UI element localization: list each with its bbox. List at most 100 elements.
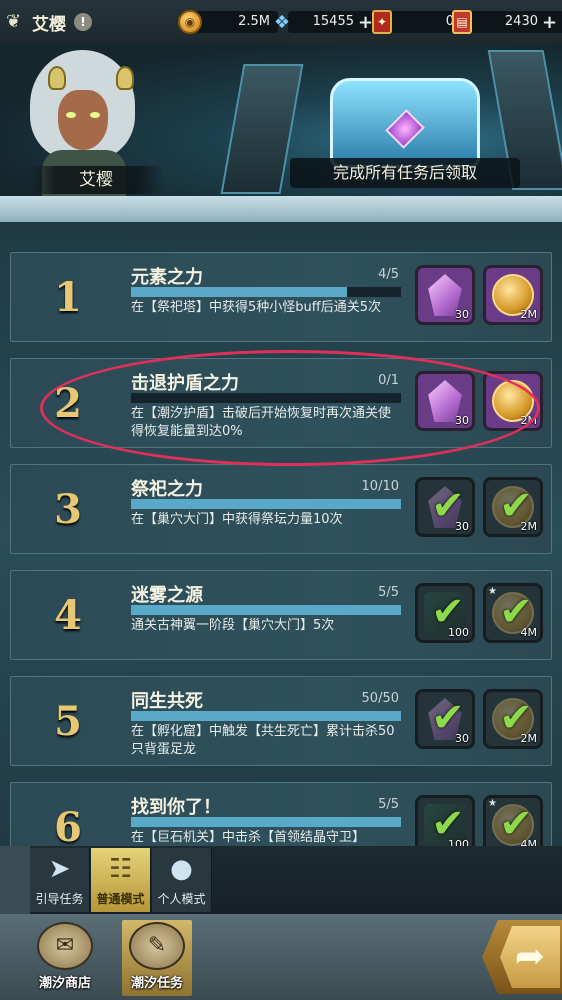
checkmark-icon: ✔ (499, 801, 533, 847)
task-description: 通关古神翼一阶段【巢穴大门】5次 (131, 618, 335, 633)
task-row[interactable]: 5 同生共死 50/50 在【孵化窟】中触发【共生死亡】累计击杀50只背蛋足龙 … (10, 676, 552, 766)
task-progress-bar (131, 287, 401, 297)
resource-gold[interactable]: ◉ 2.5M (178, 8, 278, 36)
task-progress-bar (131, 393, 401, 403)
person-icon: ● (170, 854, 193, 884)
character-face (58, 90, 108, 150)
checkmark-icon: ✔ (431, 695, 465, 741)
task-title: 祭祀之力 (131, 479, 203, 500)
character-horn-left (48, 66, 66, 90)
reward-slot[interactable]: 30 (415, 371, 475, 431)
nav-tide-quests[interactable]: ✎ 潮汐任务 (122, 920, 192, 996)
checkmark-icon: ✔ (431, 483, 465, 529)
bottom-nav: ✉ 潮汐商店 ✎ 潮汐任务 ➦ (0, 914, 562, 1000)
character-eye (66, 112, 76, 118)
task-row[interactable]: 1 元素之力 4/5 在【祭祀塔】中获得5种小怪buff后通关5次 30 2M (10, 252, 552, 342)
task-number: 6 (31, 789, 105, 848)
hero-banner: 艾樱 完成所有任务后领取 (0, 44, 562, 204)
paper-plane-icon: ➤ (48, 854, 71, 884)
resource-card[interactable]: ✦ 0 (372, 8, 462, 36)
blue-crystal-icon: ❖ (273, 11, 291, 33)
task-title: 同生共死 (131, 691, 203, 712)
reward-slot[interactable]: 2M (483, 371, 543, 431)
task-progress: 50/50 (361, 691, 399, 706)
checkmark-icon: ✔ (499, 695, 533, 741)
task-row[interactable]: 6 找到你了！ 5/5 在【巨石机关】中击杀【首领结晶守卫】 100 ✔ ★ 4M ✔ (10, 782, 552, 848)
checkmark-icon: ✔ (431, 589, 465, 635)
task-number: 1 (31, 259, 105, 341)
reward-qty: 2M (520, 414, 538, 427)
task-progress-fill (131, 711, 401, 721)
reward-slot[interactable]: 30 (415, 265, 475, 325)
reward-slot-claimed[interactable]: ★ 4M ✔ (483, 795, 543, 848)
task-list[interactable]: 1 元素之力 4/5 在【祭祀塔】中获得5种小怪buff后通关5次 30 2M … (0, 222, 562, 848)
nav-label: 潮汐任务 (130, 976, 183, 991)
tab-personal-mode[interactable]: ● 个人模式 (152, 848, 212, 912)
task-title: 找到你了！ (131, 797, 221, 818)
clipboard-icon: ☷ (108, 854, 133, 884)
tab-bar-edge (0, 846, 30, 914)
task-row[interactable]: 2 击退护盾之力 0/1 在【潮汐护盾】击破后开始恢复时再次通关使得恢复能量到达… (10, 358, 552, 448)
task-progress-fill (131, 499, 401, 509)
ice-ledge (0, 196, 562, 222)
player-name: 艾樱 (32, 14, 66, 35)
character-name: 艾樱 (28, 166, 164, 194)
mode-tab-bar: ➤ 引导任务 ☷ 普通模式 ● 个人模式 (0, 846, 562, 914)
nav-label: 潮汐商店 (38, 976, 91, 991)
reward-slot-claimed[interactable]: ★ 4M ✔ (483, 583, 543, 643)
reward-slot-claimed[interactable]: 2M ✔ (483, 689, 543, 749)
checkmark-icon: ✔ (431, 801, 465, 847)
player-info[interactable]: ❦ 艾樱 ! (0, 10, 160, 35)
task-progress-fill (131, 817, 401, 827)
reward-slot-claimed[interactable]: 30 ✔ (415, 689, 475, 749)
reward-slot-claimed[interactable]: 2M ✔ (483, 477, 543, 537)
nav-tide-shop[interactable]: ✉ 潮汐商店 (30, 920, 100, 996)
tab-guide-tasks[interactable]: ➤ 引导任务 (30, 848, 90, 912)
task-title: 击退护盾之力 (131, 373, 239, 394)
reward-slot[interactable]: 2M (483, 265, 543, 325)
task-progress-bar (131, 499, 401, 509)
task-row[interactable]: 4 迷雾之源 5/5 通关古神翼一阶段【巢穴大门】5次 100 ✔ ★ 4M ✔ (10, 570, 552, 660)
reward-slot-claimed[interactable]: 100 ✔ (415, 583, 475, 643)
task-progress: 5/5 (378, 585, 399, 600)
red-card-icon: ✦ (372, 10, 392, 34)
task-progress-fill (131, 605, 401, 615)
top-bar: ❦ 艾樱 ! ◉ 2.5M ❖ 15455 + ✦ 0 ▤ 2430 + (0, 0, 562, 44)
tab-label: 普通模式 (96, 892, 145, 906)
resource-crystal[interactable]: ❖ 15455 + (270, 8, 380, 36)
leaf-icon: ❦ (6, 11, 22, 32)
red-ticket-icon: ▤ (452, 10, 472, 34)
reward-slot-claimed[interactable]: 100 ✔ (415, 795, 475, 848)
character-eye (90, 112, 100, 118)
curved-arrow-icon: ➦ (500, 926, 560, 988)
add-crystal-button[interactable]: + (358, 12, 373, 33)
task-number: 5 (31, 683, 105, 765)
character-horn-right (116, 66, 134, 90)
task-number: 3 (31, 471, 105, 553)
task-row[interactable]: 3 祭祀之力 10/10 在【巢穴大门】中获得祭坛力量10次 30 ✔ 2M ✔ (10, 464, 552, 554)
reward-qty: 30 (455, 414, 469, 427)
task-number: 4 (31, 577, 105, 659)
reward-chest[interactable] (330, 58, 480, 168)
task-title: 迷雾之源 (131, 585, 203, 606)
resource-card-value: 0 (386, 11, 462, 33)
resource-ticket[interactable]: ▤ 2430 + (452, 8, 562, 36)
gold-coin-icon: ◉ (178, 10, 202, 34)
reward-slot-claimed[interactable]: 30 ✔ (415, 477, 475, 537)
checkmark-icon: ✔ (499, 589, 533, 635)
task-description: 在【祭祀塔】中获得5种小怪buff后通关5次 (131, 300, 381, 315)
task-progress: 0/1 (378, 373, 399, 388)
add-ticket-button[interactable]: + (542, 12, 557, 33)
tab-normal-mode[interactable]: ☷ 普通模式 (91, 848, 151, 912)
return-arrow-button[interactable]: ➦ (482, 920, 562, 994)
resource-gold-value: 2.5M (196, 11, 278, 33)
quest-scroll-icon: ✎ (129, 922, 185, 970)
alert-icon[interactable]: ! (74, 13, 92, 31)
shop-scroll-icon: ✉ (37, 922, 93, 970)
task-progress: 10/10 (361, 479, 399, 494)
task-number: 2 (31, 365, 105, 447)
task-description: 在【巢穴大门】中获得祭坛力量10次 (131, 512, 343, 527)
task-progress-bar (131, 711, 401, 721)
reward-qty: 30 (455, 308, 469, 321)
chest-tip: 完成所有任务后领取 (290, 158, 520, 188)
